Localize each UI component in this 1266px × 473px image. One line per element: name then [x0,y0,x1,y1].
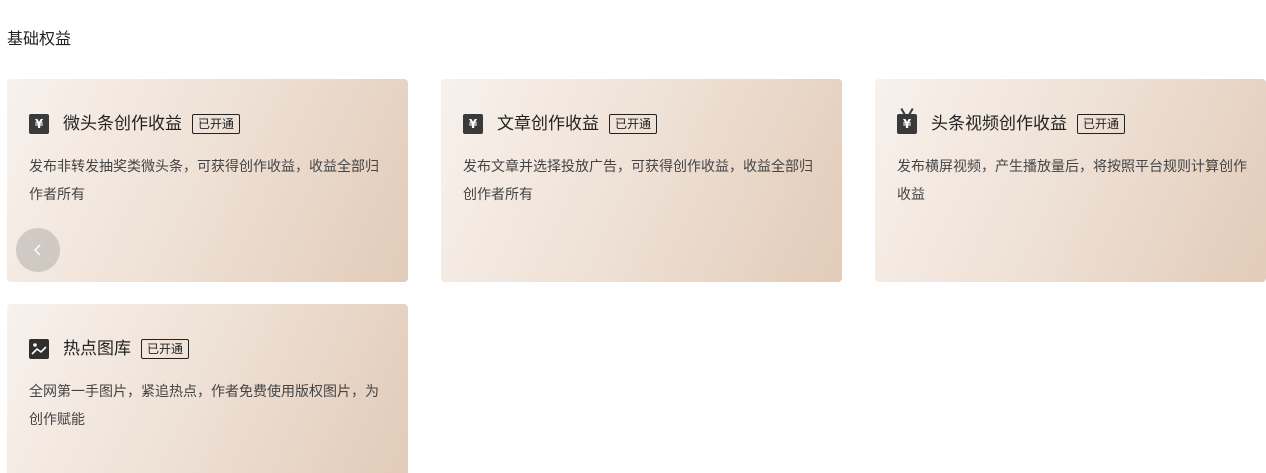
status-badge: 已开通 [609,114,658,134]
benefit-card-video[interactable]: ¥ 头条视频创作收益 已开通 发布横屏视频，产生播放量后，将按照平台规则计算创作… [875,79,1266,282]
card-description: 发布文章并选择投放广告，可获得创作收益，收益全部归创作者所有 [463,159,813,203]
status-badge: 已开通 [192,114,241,134]
card-description: 发布横屏视频，产生播放量后，将按照平台规则计算创作收益 [897,159,1247,203]
status-badge: 已开通 [1077,114,1126,134]
yuan-icon: ¥ [463,114,483,134]
benefit-card-article[interactable]: ¥ 文章创作收益 已开通 发布文章并选择投放广告，可获得创作收益，收益全部归创作… [441,79,842,282]
carousel-prev-button[interactable] [16,228,60,272]
benefit-card-image-library[interactable]: 热点图库 已开通 全网第一手图片，紧追热点，作者免费使用版权图片，为创作赋能 [7,304,408,473]
tv-yuan-icon: ¥ [897,114,917,134]
card-header: ¥ 文章创作收益 已开通 [463,111,658,137]
benefit-card-micro-headline[interactable]: ¥ 微头条创作收益 已开通 发布非转发抽奖类微头条，可获得创作收益，收益全部归作… [7,79,408,282]
chevron-left-icon [34,244,41,256]
status-badge: 已开通 [141,339,190,359]
yuan-icon: ¥ [29,114,49,134]
section-title: 基础权益 [7,29,72,48]
card-title: 头条视频创作收益 [931,114,1067,134]
card-description: 全网第一手图片，紧追热点，作者免费使用版权图片，为创作赋能 [29,384,379,428]
card-header: 热点图库 已开通 [29,336,190,362]
card-title: 热点图库 [63,339,131,359]
card-header: ¥ 微头条创作收益 已开通 [29,111,241,137]
card-title: 微头条创作收益 [63,114,182,134]
image-icon [29,339,49,359]
card-description: 发布非转发抽奖类微头条，可获得创作收益，收益全部归作者所有 [29,159,379,203]
card-title: 文章创作收益 [497,114,599,134]
card-header: ¥ 头条视频创作收益 已开通 [897,111,1126,137]
